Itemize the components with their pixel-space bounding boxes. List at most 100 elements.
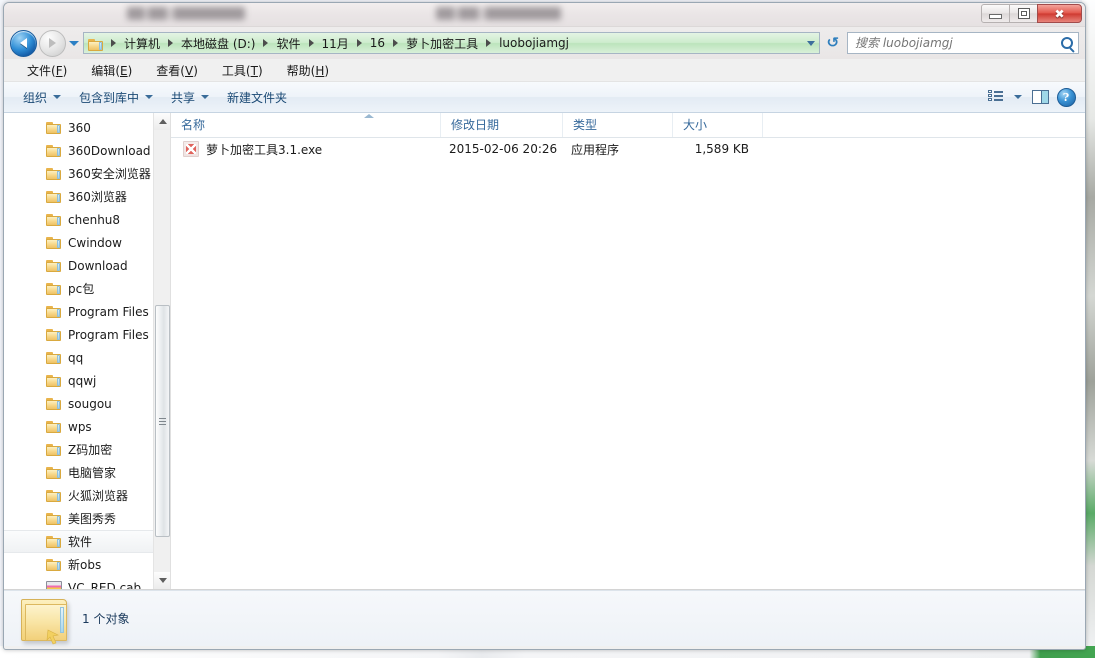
folder-icon [46, 305, 62, 318]
tree-item-10[interactable]: qq [4, 346, 153, 369]
tree-item-15[interactable]: 电脑管家 [4, 461, 153, 484]
recent-locations-button[interactable] [67, 33, 81, 53]
chevron-down-icon [53, 95, 62, 99]
tree-item-5[interactable]: Cwindow [4, 231, 153, 254]
search-box[interactable] [847, 32, 1079, 54]
share-label: 共享 [171, 90, 196, 105]
folder-icon [46, 328, 62, 341]
tree-item-12[interactable]: sougou [4, 392, 153, 415]
explorer-window: ✖ 计算机 本地磁盘 (D:) 软件 11月 16 萝卜加密工具 luoboji… [3, 2, 1086, 650]
column-header-row: 名称 修改日期 类型 大小 [171, 113, 1085, 138]
column-header-size[interactable]: 大小 [673, 113, 763, 137]
menu-edit[interactable]: 编辑(E) [81, 60, 142, 81]
folder-icon [46, 236, 62, 249]
tree-item-16[interactable]: 火狐浏览器 [4, 484, 153, 507]
new-folder-label: 新建文件夹 [227, 90, 288, 105]
column-header-type[interactable]: 类型 [563, 113, 673, 137]
folder-icon [46, 213, 62, 226]
tree-item-9[interactable]: Program Files [4, 323, 153, 346]
tree-item-20[interactable]: VC_RED.cab [4, 576, 153, 589]
tree-item-18[interactable]: 软件 [4, 530, 153, 553]
menu-help[interactable]: 帮助(H) [277, 60, 339, 81]
share-button[interactable]: 共享 [162, 85, 218, 110]
preview-pane-button[interactable] [1027, 85, 1053, 109]
breadcrumb-separator[interactable] [356, 39, 362, 47]
tree-item-0[interactable]: 360 [4, 116, 153, 139]
scrollbar-thumb[interactable] [155, 305, 170, 537]
address-bar[interactable]: 计算机 本地磁盘 (D:) 软件 11月 16 萝卜加密工具 luobojiam… [83, 32, 820, 54]
folder-icon [46, 443, 62, 456]
search-input[interactable] [848, 35, 1056, 51]
tree-item-label: Program Files [68, 327, 149, 342]
sort-ascending-icon [364, 114, 374, 118]
tree-item-8[interactable]: Program Files [4, 300, 153, 323]
forward-button[interactable] [39, 29, 66, 57]
file-list-pane: 名称 修改日期 类型 大小 萝卜加密工具3.1.exe 2015-02-06 20… [171, 113, 1085, 589]
breadcrumb-separator[interactable] [486, 39, 492, 47]
tree-item-label: 火狐浏览器 [68, 489, 129, 503]
tree-item-13[interactable]: wps [4, 415, 153, 438]
folder-icon [46, 420, 62, 433]
view-options-dropdown[interactable] [1009, 85, 1027, 109]
breadcrumb-separator[interactable] [168, 39, 174, 47]
tree-item-6[interactable]: Download [4, 254, 153, 277]
menu-view[interactable]: 查看(V) [146, 60, 208, 81]
help-button[interactable]: ? [1053, 85, 1079, 109]
menu-file[interactable]: 文件(F) [17, 60, 77, 81]
tree-item-1[interactable]: 360Download [4, 139, 153, 162]
tree-item-14[interactable]: Z码加密 [4, 438, 153, 461]
breadcrumb-item-3[interactable]: 11月 [319, 34, 352, 53]
back-button[interactable] [10, 29, 37, 57]
include-in-library-button[interactable]: 包含到库中 [70, 85, 162, 110]
refresh-button[interactable]: ↺ [822, 32, 844, 54]
minimize-button[interactable] [981, 4, 1010, 23]
close-button[interactable]: ✖ [1037, 4, 1082, 23]
breadcrumb-separator[interactable] [263, 39, 269, 47]
column-header-date[interactable]: 修改日期 [441, 113, 563, 137]
breadcrumb-item-6[interactable]: luobojiamgj [496, 35, 572, 51]
chevron-down-icon [201, 95, 210, 99]
tree-item-4[interactable]: chenhu8 [4, 208, 153, 231]
tree-item-11[interactable]: qqwj [4, 369, 153, 392]
folder-icon [46, 351, 62, 364]
navigation-pane-scrollbar[interactable] [153, 113, 170, 589]
tree-item-label: Cwindow [68, 235, 122, 250]
chevron-down-icon [807, 40, 815, 46]
table-row[interactable]: 萝卜加密工具3.1.exe 2015-02-06 20:26 应用程序 1,589 K… [171, 138, 1085, 160]
folder-icon [46, 397, 62, 410]
scroll-up-button[interactable] [154, 113, 170, 130]
breadcrumb-separator[interactable] [111, 39, 116, 47]
breadcrumb-item-0[interactable]: 计算机 [121, 34, 163, 53]
tree-item-19[interactable]: 新obs [4, 553, 153, 576]
scroll-down-button[interactable] [154, 572, 170, 589]
desktop-background: ✖ 计算机 本地磁盘 (D:) 软件 11月 16 萝卜加密工具 luoboji… [0, 0, 1095, 658]
breadcrumb-folder-icon[interactable] [88, 36, 104, 51]
folder-icon [46, 190, 62, 203]
navigation-pane: 360 360Download 360安全浏览器 360浏览器 chenhu8 Cwind… [4, 113, 171, 589]
maximize-restore-button[interactable] [1009, 4, 1038, 23]
breadcrumb-item-2[interactable]: 软件 [273, 34, 303, 53]
cell-size: 1,589 KB [694, 142, 749, 156]
chevron-down-icon [145, 95, 154, 99]
address-dropdown-button[interactable] [803, 33, 819, 53]
new-folder-button[interactable]: 新建文件夹 [218, 85, 296, 110]
tree-item-2[interactable]: 360安全浏览器 [4, 162, 153, 185]
folder-icon [46, 167, 62, 180]
view-options-button[interactable] [983, 85, 1009, 109]
column-header-name[interactable]: 名称 [171, 113, 441, 137]
breadcrumb-item-5[interactable]: 萝卜加密工具 [403, 34, 481, 53]
breadcrumb-item-1[interactable]: 本地磁盘 (D:) [178, 34, 258, 53]
breadcrumb-separator[interactable] [308, 39, 314, 47]
organize-button[interactable]: 组织 [14, 85, 70, 110]
breadcrumb-separator[interactable] [393, 39, 399, 47]
tree-item-3[interactable]: 360浏览器 [4, 185, 153, 208]
tree-item-7[interactable]: pc包 [4, 277, 153, 300]
search-icon[interactable] [1056, 34, 1078, 53]
title-bar[interactable]: ✖ [4, 3, 1085, 27]
tree-item-17[interactable]: 美图秀秀 [4, 507, 153, 530]
minimize-icon [989, 13, 1002, 19]
menu-tools[interactable]: 工具(T) [212, 60, 273, 81]
breadcrumb-item-4[interactable]: 16 [367, 35, 388, 51]
scrollbar-grip [159, 416, 166, 427]
view-options-icon [988, 89, 1004, 104]
